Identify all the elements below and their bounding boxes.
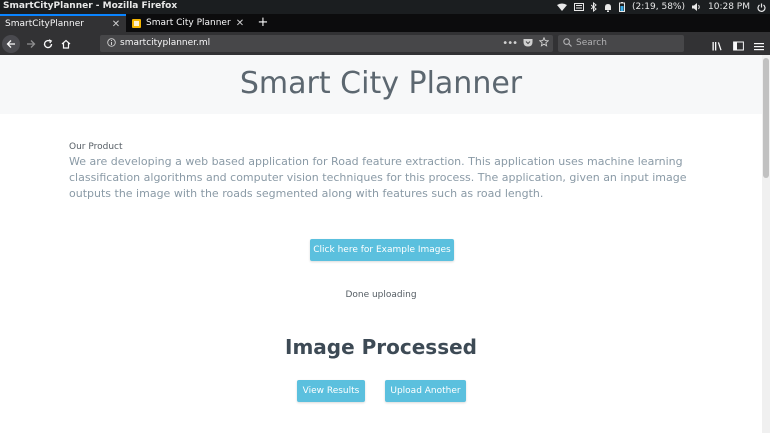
url-actions: ••• <box>502 36 550 50</box>
close-icon[interactable]: ✕ <box>110 19 122 30</box>
new-tab-button[interactable]: + <box>255 14 271 32</box>
os-top-bar: SmartCityPlanner - Mozilla Firefox (2:19… <box>0 0 770 14</box>
close-icon[interactable]: ✕ <box>234 18 246 29</box>
bookmark-star-icon[interactable] <box>538 36 550 50</box>
home-icon <box>61 39 71 49</box>
pocket-icon[interactable] <box>523 38 533 50</box>
tab-label: Smart City Planner upd <box>146 18 234 28</box>
power-icon[interactable] <box>757 0 766 14</box>
upload-another-button[interactable]: Upload Another <box>385 380 466 402</box>
clock[interactable]: 10:28 PM <box>708 2 750 12</box>
url-text[interactable]: smartcityplanner.ml <box>120 38 210 48</box>
product-description: We are developing a web based applicatio… <box>69 155 687 200</box>
scrollbar-thumb[interactable] <box>763 58 769 178</box>
tab-smart-city-planner-update[interactable]: Smart City Planner upd ✕ <box>127 14 250 32</box>
page-title: Smart City Planner <box>239 66 523 101</box>
battery-icon[interactable] <box>619 0 626 14</box>
info-icon[interactable] <box>107 38 116 50</box>
tab-strip: SmartCityPlanner ✕ Smart City Planner up… <box>0 14 770 32</box>
notification-bell-icon[interactable] <box>604 0 612 14</box>
page-scrollbar[interactable] <box>762 55 770 433</box>
sidebar-icon[interactable] <box>733 36 744 55</box>
web-page: Smart City Planner Our Product We are de… <box>0 55 762 433</box>
arrow-right-icon <box>27 40 36 48</box>
navigation-toolbar: smartcityplanner.ml ••• Search <box>0 32 770 55</box>
system-tray: (2:19, 58%) 10:28 PM <box>557 0 766 14</box>
product-label: Our Product <box>69 142 123 152</box>
toolbar-right <box>712 36 764 55</box>
battery-status: (2:19, 58%) <box>632 2 685 12</box>
window-title: SmartCityPlanner - Mozilla Firefox <box>3 1 178 11</box>
image-processed-heading: Image Processed <box>285 335 477 359</box>
arrow-left-icon <box>6 40 15 48</box>
upload-status: Done uploading <box>345 290 417 300</box>
favicon-icon <box>132 18 141 28</box>
forward-button[interactable] <box>22 35 40 53</box>
url-bar[interactable]: smartcityplanner.ml ••• <box>100 35 553 52</box>
tab-label: SmartCityPlanner <box>5 19 84 29</box>
search-input[interactable]: Search <box>558 35 684 52</box>
search-placeholder: Search <box>576 38 607 48</box>
search-icon <box>563 38 572 50</box>
volume-icon[interactable] <box>692 0 701 14</box>
bluetooth-icon[interactable] <box>591 0 597 14</box>
view-results-button[interactable]: View Results <box>297 380 365 402</box>
home-button[interactable] <box>57 35 75 53</box>
hamburger-menu-icon[interactable] <box>754 36 764 55</box>
header-jumbotron: Smart City Planner <box>0 55 762 114</box>
wifi-icon[interactable] <box>557 0 568 14</box>
page-actions-icon[interactable]: ••• <box>502 38 518 49</box>
back-button[interactable] <box>2 35 20 53</box>
reload-button[interactable] <box>39 35 57 53</box>
reload-icon <box>43 39 53 49</box>
library-icon[interactable] <box>712 36 723 55</box>
tab-smartcityplanner[interactable]: SmartCityPlanner ✕ <box>0 14 126 32</box>
keyboard-icon[interactable] <box>574 0 585 14</box>
example-images-button[interactable]: Click here for Example Images <box>310 239 454 261</box>
